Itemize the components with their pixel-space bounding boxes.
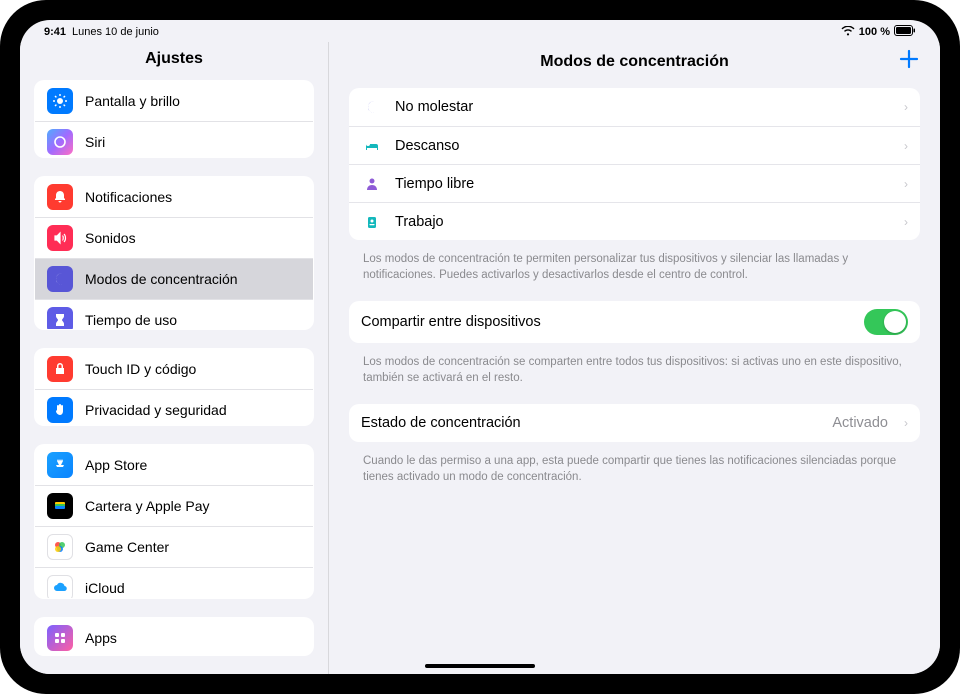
sidebar-item-label: Touch ID y código xyxy=(85,361,301,377)
detail-header: Modos de concentración xyxy=(329,42,940,82)
mode-label: Descanso xyxy=(395,138,892,154)
sidebar-item-label: Modos de concentración xyxy=(85,271,301,287)
speaker-icon xyxy=(47,225,73,251)
sidebar-item-gamecenter[interactable]: Game Center xyxy=(35,526,313,567)
settings-sidebar: Ajustes Pantalla y brillo Siri xyxy=(20,42,328,674)
battery-icon xyxy=(894,25,916,39)
sidebar-item-label: Cartera y Apple Pay xyxy=(85,498,301,514)
sidebar-item-pantalla-brillo[interactable]: Pantalla y brillo xyxy=(35,81,313,121)
focus-status-footer: Cuando le das permiso a una app, esta pu… xyxy=(349,448,920,503)
icloud-icon xyxy=(47,575,73,599)
screen: 9:41 Lunes 10 de junio 100 % Ajustes xyxy=(20,20,940,674)
focus-status-label: Estado de concentración xyxy=(361,415,820,431)
battery-percent: 100 % xyxy=(859,26,890,38)
sidebar-item-tiempo-uso[interactable]: Tiempo de uso xyxy=(35,299,313,331)
share-footer: Los modos de concentración se comparten … xyxy=(349,349,920,404)
chevron-right-icon: › xyxy=(904,100,908,114)
sidebar-item-label: Siri xyxy=(85,134,301,150)
bed-icon xyxy=(361,138,383,154)
status-bar: 9:41 Lunes 10 de junio 100 % xyxy=(20,20,940,42)
hand-icon xyxy=(47,397,73,423)
sidebar-item-label: Notificaciones xyxy=(85,189,301,205)
mode-label: Tiempo libre xyxy=(395,176,892,192)
sidebar-item-concentracion[interactable]: Modos de concentración xyxy=(35,258,313,299)
focus-mode-descanso[interactable]: Descanso › xyxy=(349,126,920,164)
siri-icon xyxy=(47,129,73,155)
add-button[interactable] xyxy=(898,48,920,74)
moon-icon xyxy=(361,99,383,115)
sidebar-group-2: Touch ID y código Privacidad y seguridad xyxy=(34,348,314,426)
focus-status-row-group: Estado de concentración Activado › xyxy=(349,404,920,442)
sidebar-item-privacidad[interactable]: Privacidad y seguridad xyxy=(35,389,313,426)
share-label: Compartir entre dispositivos xyxy=(361,314,852,330)
sidebar-item-label: Game Center xyxy=(85,539,301,555)
moon-icon xyxy=(47,266,73,292)
modes-footer: Los modos de concentración te permiten p… xyxy=(349,246,920,301)
sidebar-item-label: Tiempo de uso xyxy=(85,312,301,328)
sidebar-item-label: iCloud xyxy=(85,580,301,596)
sidebar-item-label: Pantalla y brillo xyxy=(85,93,301,109)
sidebar-item-label: App Store xyxy=(85,457,301,473)
focus-status-row[interactable]: Estado de concentración Activado › xyxy=(349,404,920,442)
sidebar-group-3: App Store Cartera y Apple Pay Game Cente… xyxy=(34,444,314,599)
focus-status-value: Activado xyxy=(832,415,888,431)
focus-mode-tiempo-libre[interactable]: Tiempo libre › xyxy=(349,164,920,202)
focus-mode-trabajo[interactable]: Trabajo › xyxy=(349,202,920,240)
share-toggle-row[interactable]: Compartir entre dispositivos xyxy=(349,301,920,343)
sidebar-item-appstore[interactable]: App Store xyxy=(35,445,313,485)
mode-label: No molestar xyxy=(395,99,892,115)
sidebar-item-sonidos[interactable]: Sonidos xyxy=(35,217,313,258)
hourglass-icon xyxy=(47,307,73,331)
sidebar-item-label: Sonidos xyxy=(85,230,301,246)
share-toggle[interactable] xyxy=(864,309,908,335)
ipad-frame: 9:41 Lunes 10 de junio 100 % Ajustes xyxy=(0,0,960,694)
sidebar-item-cartera[interactable]: Cartera y Apple Pay xyxy=(35,485,313,526)
appstore-icon xyxy=(47,452,73,478)
sidebar-item-touchid[interactable]: Touch ID y código xyxy=(35,349,313,389)
person-icon xyxy=(361,176,383,192)
sidebar-item-apps[interactable]: Apps xyxy=(35,618,313,656)
focus-modes-list: No molestar › Descanso › xyxy=(349,88,920,240)
sidebar-title: Ajustes xyxy=(20,42,328,80)
sidebar-item-label: Privacidad y seguridad xyxy=(85,402,301,418)
status-time: 9:41 xyxy=(44,26,66,38)
focus-mode-no-molestar[interactable]: No molestar › xyxy=(349,88,920,126)
sidebar-group-1: Notificaciones Sonidos Modos de concentr… xyxy=(34,176,314,331)
chevron-right-icon: › xyxy=(904,139,908,153)
sidebar-group-0: Pantalla y brillo Siri xyxy=(34,80,314,158)
sidebar-item-label: Apps xyxy=(85,630,301,646)
chevron-right-icon: › xyxy=(904,416,908,430)
home-indicator[interactable] xyxy=(425,664,535,668)
sidebar-group-4: Apps xyxy=(34,617,314,656)
sidebar-item-notificaciones[interactable]: Notificaciones xyxy=(35,177,313,217)
status-date: Lunes 10 de junio xyxy=(72,26,159,38)
wallet-icon xyxy=(47,493,73,519)
chevron-right-icon: › xyxy=(904,215,908,229)
wifi-icon xyxy=(841,26,855,39)
lock-icon xyxy=(47,356,73,382)
display-icon xyxy=(47,88,73,114)
apps-icon xyxy=(47,625,73,651)
sidebar-item-icloud[interactable]: iCloud xyxy=(35,567,313,599)
sidebar-item-siri[interactable]: Siri xyxy=(35,121,313,158)
mode-label: Trabajo xyxy=(395,214,892,230)
detail-title: Modos de concentración xyxy=(540,53,728,71)
share-across-devices-row: Compartir entre dispositivos xyxy=(349,301,920,343)
chevron-right-icon: › xyxy=(904,177,908,191)
gamecenter-icon xyxy=(47,534,73,560)
bell-icon xyxy=(47,184,73,210)
detail-pane: Modos de concentración No molestar › xyxy=(328,42,940,674)
badge-icon xyxy=(361,214,383,230)
